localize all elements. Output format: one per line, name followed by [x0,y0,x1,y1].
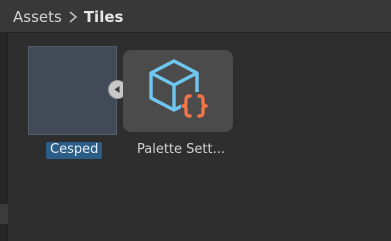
project-browser: Assets Tiles Cesped Palette Sett... [0,0,391,241]
breadcrumb-tiles[interactable]: Tiles [84,8,124,26]
scrollbar-handle[interactable] [0,204,8,224]
breadcrumb-bar: Assets Tiles [0,0,391,33]
asset-label-cesped[interactable]: Cesped [46,142,103,159]
tile-thumbnail[interactable] [28,46,117,135]
asset-label-palette-settings[interactable]: Palette Sett... [137,143,225,157]
scriptable-object-icon [149,59,208,120]
scriptable-object-thumbnail[interactable] [123,50,233,132]
asset-grid: Cesped Palette Sett... [8,33,391,241]
breadcrumb-assets[interactable]: Assets [13,8,62,26]
chevron-right-icon [66,8,80,26]
folder-tree-edge [0,33,8,241]
breadcrumb: Assets Tiles [13,8,123,26]
